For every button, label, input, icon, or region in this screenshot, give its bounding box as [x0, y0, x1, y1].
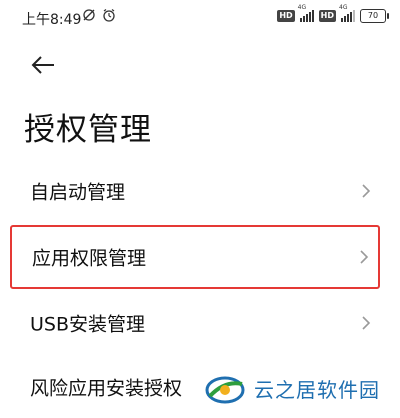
chevron-right-icon	[360, 250, 369, 264]
status-time: 上午8:49	[22, 12, 82, 28]
menu-item-label: USB安装管理	[30, 313, 146, 336]
watermark-logo-icon	[205, 376, 245, 404]
watermark-text: 云之居软件园	[254, 377, 380, 402]
status-left-icons	[82, 8, 116, 22]
back-button[interactable]	[28, 52, 58, 78]
menu-item-label: 风险应用安装授权	[30, 377, 183, 400]
sim1-network-tag: 4G	[297, 4, 307, 11]
watermark: 云之居软件园	[200, 364, 396, 412]
chevron-right-icon	[362, 184, 371, 198]
status-right-icons: HD 4G HD 4G 70	[277, 4, 389, 23]
back-arrow-icon	[31, 56, 54, 74]
chevron-right-icon	[362, 316, 371, 330]
sim2-hd-badge: HD	[318, 10, 336, 22]
sim1-signal-icon: 4G	[298, 4, 314, 22]
menu-item-label: 应用权限管理	[32, 247, 147, 270]
page-title: 授权管理	[24, 112, 152, 148]
menu-item-label: 自启动管理	[30, 181, 126, 204]
sim2-signal-icon: 4G	[339, 4, 355, 22]
sim2-network-tag: 4G	[339, 4, 348, 11]
status-bar: 上午8:49 HD 4G HD 4G 70	[0, 0, 400, 36]
sim1-hd-badge: HD	[277, 10, 295, 22]
alarm-clock-icon	[103, 9, 115, 22]
menu-item-autostart[interactable]: 自启动管理	[10, 160, 380, 222]
menu-item-app-permissions[interactable]: 应用权限管理	[10, 225, 380, 289]
battery-icon: 70	[360, 9, 389, 23]
no-disturb-icon	[83, 9, 95, 21]
menu-item-usb-install[interactable]: USB安装管理	[10, 292, 380, 354]
